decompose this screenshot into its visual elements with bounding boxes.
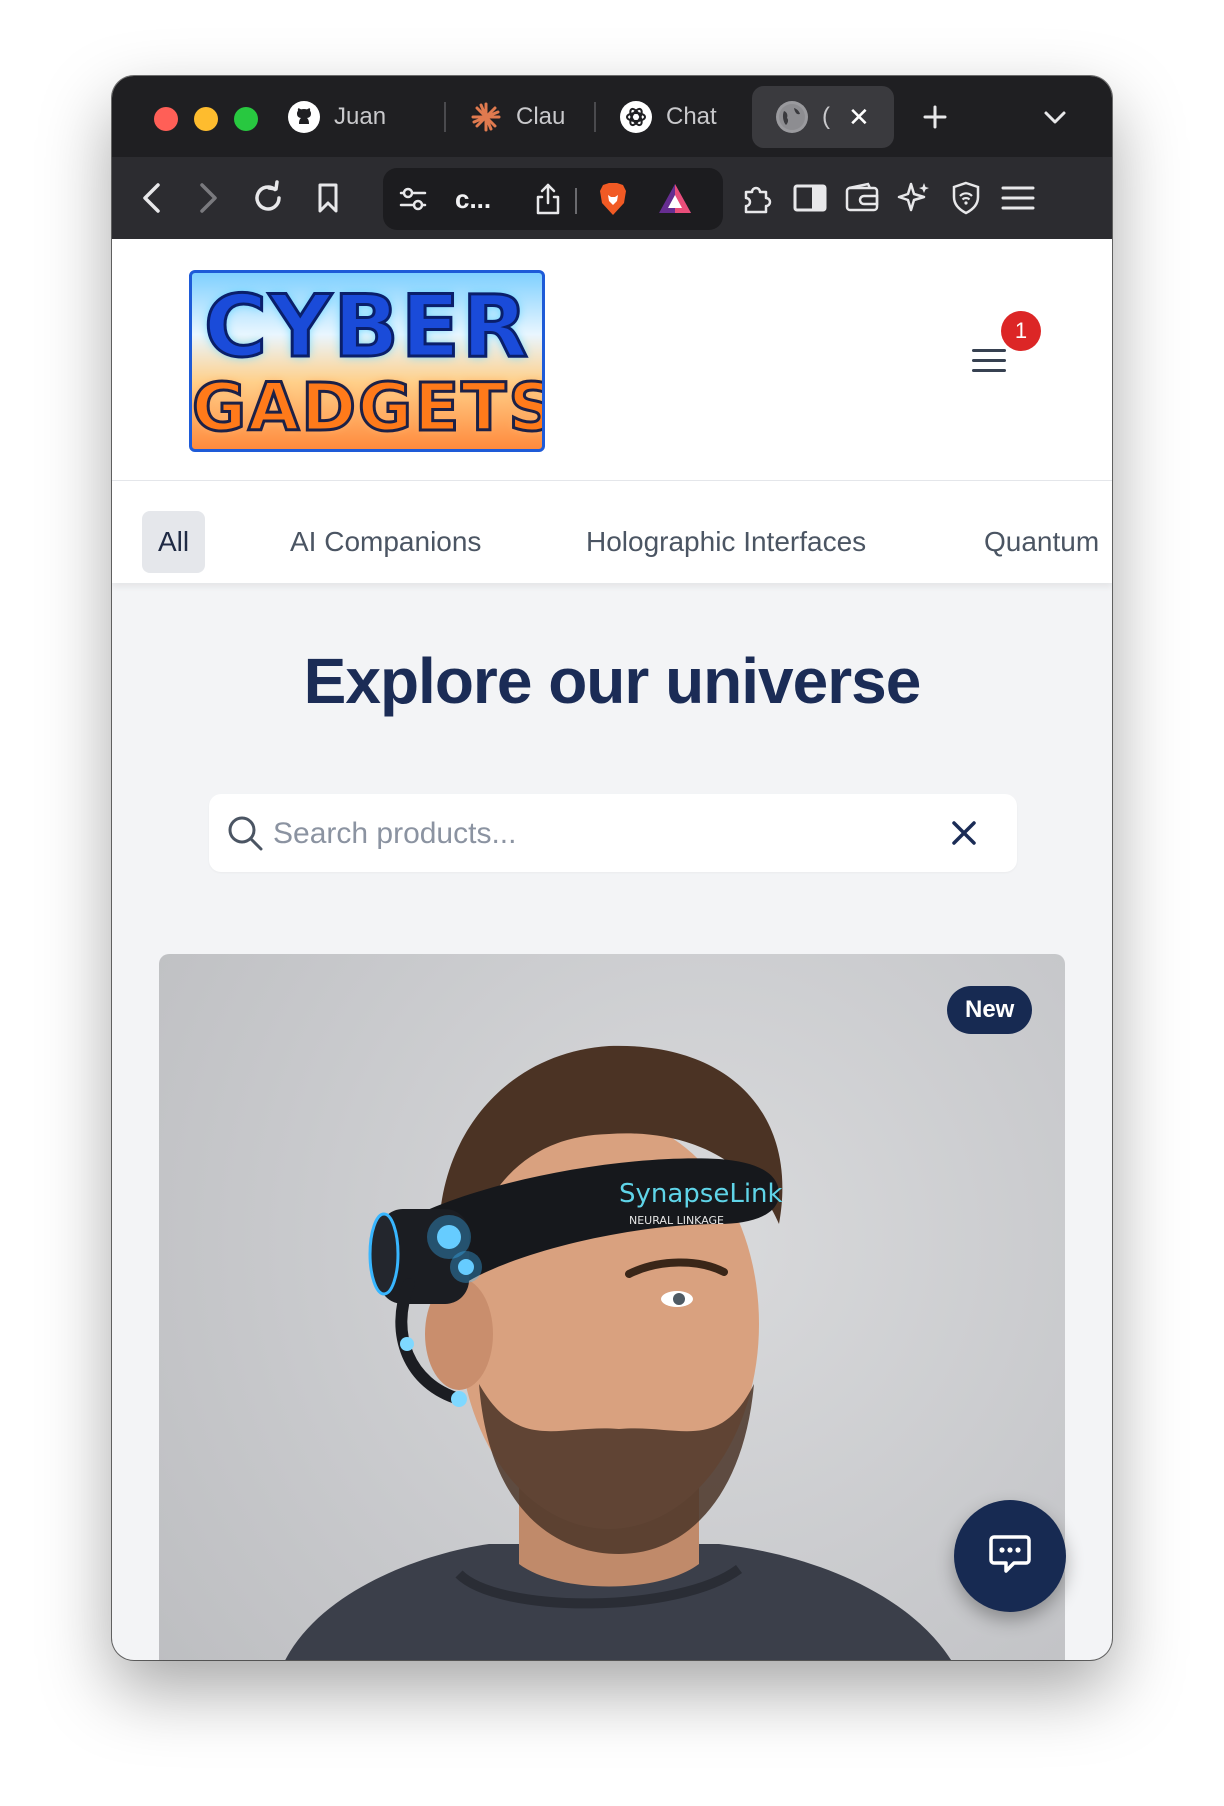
address-bar[interactable]: c...: [383, 168, 723, 230]
tab-github[interactable]: Juan: [288, 86, 388, 148]
share-icon[interactable]: [533, 182, 563, 221]
search-input[interactable]: [271, 808, 915, 860]
close-window-button[interactable]: [154, 107, 178, 131]
claude-icon: [470, 101, 502, 133]
tab-title: (: [822, 103, 830, 130]
headband-brand-text: SynapseLink: [619, 1179, 783, 1209]
chat-button[interactable]: [954, 1500, 1066, 1612]
forward-button[interactable]: [182, 172, 234, 224]
tab-strip: Juan Clau Chat (✕: [112, 76, 1112, 157]
tab-title: Clau: [516, 103, 566, 130]
headband-tagline-text: NEURAL LINKAGE: [629, 1214, 724, 1227]
new-tab-button[interactable]: [912, 94, 958, 140]
leo-ai-sparkle-icon[interactable]: [888, 172, 940, 224]
maximize-window-button[interactable]: [234, 107, 258, 131]
minimize-window-button[interactable]: [194, 107, 218, 131]
logo-line-2: GADGETS: [192, 368, 545, 448]
wallet-icon[interactable]: [836, 172, 888, 224]
product-image: SynapseLink NEURAL LINKAGE: [285, 1045, 951, 1660]
tab-claude[interactable]: Clau: [470, 86, 570, 148]
category-nav: All AI Companions Holographic Interfaces…: [112, 481, 1112, 583]
category-tab-ai-companions[interactable]: AI Companions: [290, 511, 481, 573]
tab-title: Chat: [666, 103, 717, 130]
site-header: CYBER GADGETS 1: [112, 239, 1112, 481]
brave-rewards-icon[interactable]: [657, 182, 693, 221]
site-settings-icon[interactable]: [397, 183, 429, 220]
site-menu-hamburger-icon[interactable]: [966, 341, 1012, 381]
tab-list-chevron-down-icon[interactable]: [1032, 94, 1078, 140]
tab-chatgpt[interactable]: Chat: [620, 86, 720, 148]
clear-search-icon[interactable]: [947, 816, 981, 855]
search-icon: [226, 814, 264, 857]
sidebar-toggle-icon[interactable]: [784, 172, 836, 224]
url-separator: [575, 188, 577, 214]
tab-active[interactable]: ( ✕: [752, 86, 894, 148]
tab-separator: [594, 102, 596, 132]
tab-separator: [444, 102, 446, 132]
chat-bubble-icon: [988, 1533, 1032, 1580]
brave-shields-icon[interactable]: [597, 181, 629, 222]
github-icon: [288, 101, 320, 133]
logo-line-1: CYBER: [203, 276, 530, 379]
browser-menu-hamburger-icon[interactable]: [992, 172, 1044, 224]
browser-window: Juan Clau Chat (✕ c... CYBER GADGETS 1 …: [112, 76, 1112, 1660]
reload-button[interactable]: [242, 172, 294, 224]
close-tab-icon[interactable]: ✕: [848, 102, 870, 133]
cyber-gadgets-logo[interactable]: CYBER GADGETS: [189, 270, 545, 452]
notification-badge: 1: [1001, 311, 1041, 351]
globe-icon: [776, 101, 808, 133]
openai-icon: [620, 101, 652, 133]
product-card[interactable]: SynapseLink NEURAL LINKAGE New: [159, 954, 1065, 1660]
browser-toolbar: c...: [112, 157, 1112, 240]
category-tab-all[interactable]: All: [142, 511, 206, 573]
category-tab-quantum[interactable]: Quantum: [984, 511, 1099, 573]
back-button[interactable]: [126, 172, 178, 224]
page-title: Explore our universe: [303, 645, 922, 717]
category-tab-holographic-interfaces[interactable]: Holographic Interfaces: [586, 511, 866, 573]
bookmark-button[interactable]: [302, 172, 354, 224]
url-text: c...: [455, 184, 492, 214]
new-badge: New: [947, 986, 1033, 1034]
tab-title: Juan: [334, 103, 387, 130]
search-box: [209, 794, 1017, 872]
extensions-puzzle-icon[interactable]: [732, 172, 784, 224]
vpn-shield-icon[interactable]: [940, 172, 992, 224]
